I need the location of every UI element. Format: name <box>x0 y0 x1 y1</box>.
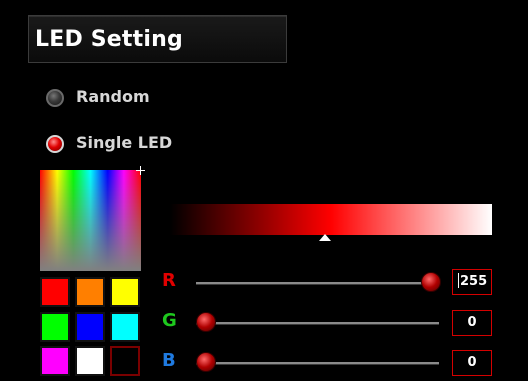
random-radio-label[interactable]: Random <box>76 87 150 106</box>
green-slider-track[interactable] <box>196 322 439 324</box>
crosshair-cursor-icon <box>136 166 145 175</box>
section-header: LED Setting <box>28 15 287 63</box>
red-slider-thumb[interactable] <box>421 272 441 292</box>
blue-slider-track[interactable] <box>196 362 439 364</box>
green-channel-label: G <box>162 310 177 331</box>
swatch-magenta[interactable] <box>40 346 70 376</box>
red-channel-label: R <box>162 270 176 291</box>
green-slider-thumb[interactable] <box>196 312 216 332</box>
blue-slider-thumb[interactable] <box>196 352 216 372</box>
red-value-text: 255 <box>460 274 488 289</box>
green-value-input[interactable]: 0 <box>452 310 492 336</box>
green-value-text: 0 <box>467 315 477 330</box>
swatch-blue[interactable] <box>75 312 105 342</box>
swatch-yellow[interactable] <box>110 277 140 307</box>
swatch-cyan[interactable] <box>110 312 140 342</box>
blue-value-input[interactable]: 0 <box>452 350 492 376</box>
swatch-green[interactable] <box>40 312 70 342</box>
brightness-marker-icon[interactable] <box>319 234 331 241</box>
swatch-white[interactable] <box>75 346 105 376</box>
red-slider-track[interactable] <box>196 282 439 284</box>
swatch-red[interactable] <box>40 277 70 307</box>
random-radio[interactable] <box>46 89 64 107</box>
swatch-orange[interactable] <box>75 277 105 307</box>
text-caret <box>458 273 459 288</box>
blue-value-text: 0 <box>467 355 477 370</box>
single-led-radio[interactable] <box>46 135 64 153</box>
color-spectrum-picker[interactable] <box>40 170 141 271</box>
red-value-input[interactable]: 255 <box>452 269 492 295</box>
brightness-gradient-bar[interactable] <box>170 204 492 235</box>
single-led-radio-label[interactable]: Single LED <box>76 133 172 152</box>
blue-channel-label: B <box>162 350 176 371</box>
swatch-black[interactable] <box>110 346 140 376</box>
section-title: LED Setting <box>35 27 183 52</box>
